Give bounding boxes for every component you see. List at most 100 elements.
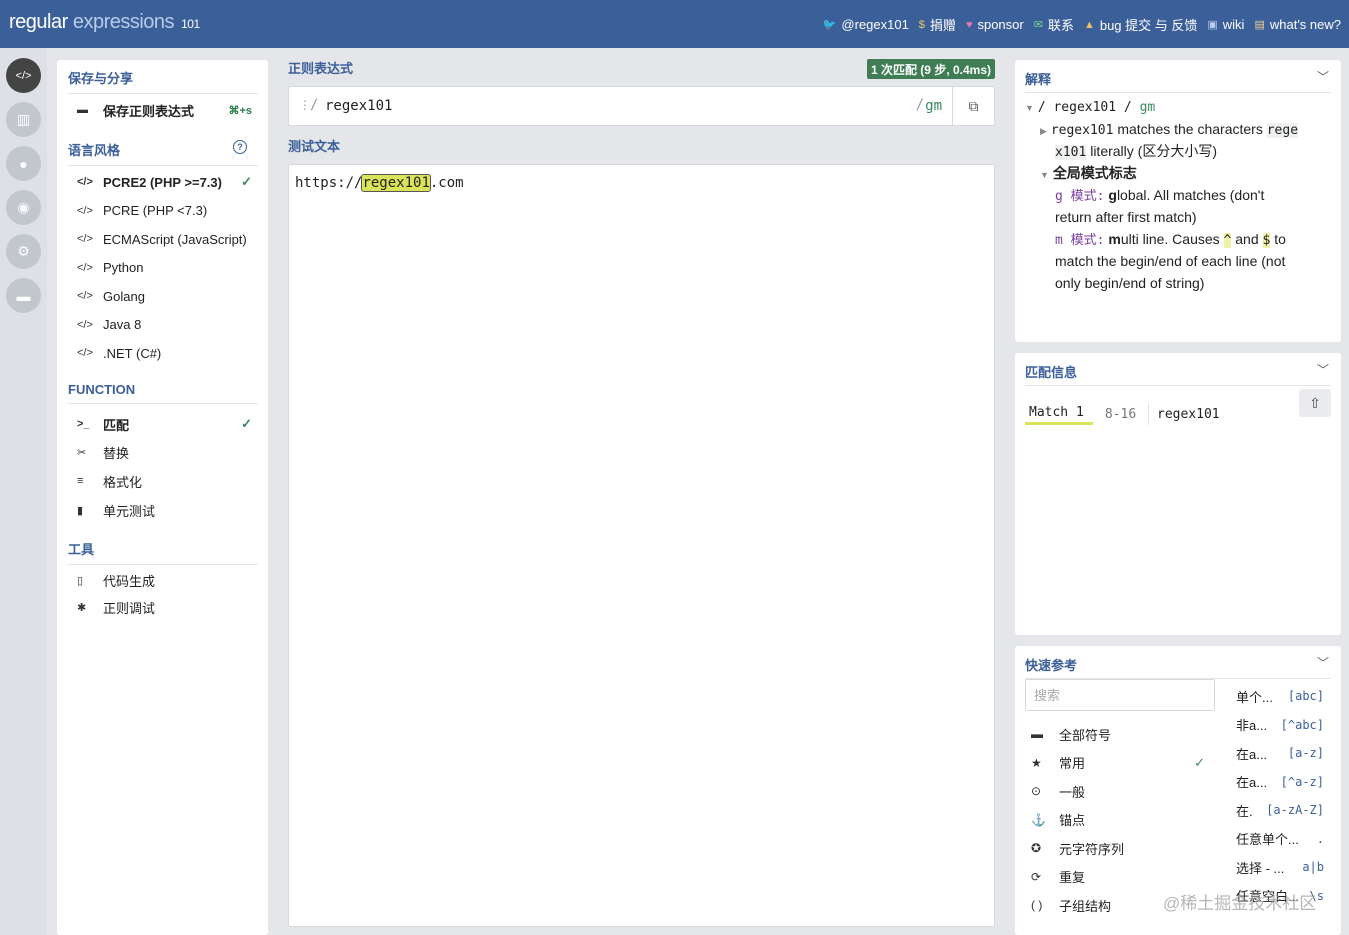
explanation-literal-cont: x101 literally (区分大小写) <box>1055 140 1217 164</box>
function-label: 单元测试 <box>103 503 156 519</box>
warning-icon: ▲ <box>1083 18 1095 31</box>
quick-ref-item[interactable]: 选择 - ... a|b <box>1236 856 1324 878</box>
tool-item[interactable]: ✱ 正则调试 <box>77 597 252 619</box>
flavor-item[interactable]: </> ECMAScript (JavaScript) <box>77 228 252 250</box>
flavor-label: Python <box>103 260 144 275</box>
regex-delimiter-close: / <box>915 97 924 113</box>
app-logo[interactable]: regular expressions 101 <box>9 11 200 34</box>
code-icon: </> <box>77 233 93 245</box>
save-regex-button[interactable]: ▬ 保存正则表达式 ⌘+s <box>77 99 252 121</box>
tool-item[interactable]: ▯ 代码生成 <box>77 569 252 591</box>
header-link-label: wiki <box>1222 17 1245 32</box>
match-count-badge: 1 次匹配 (9 步, 0.4ms) <box>867 59 995 79</box>
match-value: regex101 <box>1157 406 1220 422</box>
header-link-whats-new[interactable]: ▤ what's new? <box>1254 17 1341 32</box>
chevron-down-icon[interactable]: ﹀ <box>1317 68 1329 85</box>
top-header: regular expressions 101 🐦 @regex101 $ 捐赠 ♥ sp… <box>0 0 1349 48</box>
quick-ref-item-token: [^a-z] <box>1280 774 1324 789</box>
quick-ref-category[interactable]: ✪ 元字符序列 <box>1031 837 1205 859</box>
explanation-root: ▼ / regex101 / gm <box>1025 100 1156 115</box>
explanation-literal-code: regex101 <box>1050 123 1114 138</box>
header-links: 🐦 @regex101 $ 捐赠 ♥ sponsor ✉ 联系 ▲ bug 提交 与 反馈 ▣ wik… <box>823 15 1341 34</box>
header-link-mail[interactable]: ✉ 联系 <box>1034 15 1074 34</box>
flavor-item[interactable]: </> Java 8 <box>77 314 252 336</box>
quick-ref-category[interactable]: ⚓ 锚点 <box>1031 809 1205 831</box>
quick-ref-category[interactable]: ▬ 全部符号 <box>1031 723 1205 745</box>
export-share-icon[interactable]: ⇧ <box>1299 389 1331 417</box>
quick-ref-item-label: 任意单个... <box>1236 832 1299 847</box>
quick-ref-category[interactable]: ⟳ 重复 <box>1031 866 1205 888</box>
quick-ref-category-label: 元字符序列 <box>1059 841 1125 857</box>
flavor-item[interactable]: </> PCRE2 (PHP >=7.3) ✓ <box>77 171 252 193</box>
heart-icon: ♥ <box>965 18 973 31</box>
explanation-literal-text: matches the characters <box>1113 121 1267 137</box>
copy-icon[interactable]: ⧉ <box>952 87 994 125</box>
header-link-dollar[interactable]: $ 捐赠 <box>919 15 956 34</box>
match-row[interactable]: Match 1 8-16 regex101 <box>1025 403 1224 425</box>
quick-ref-category[interactable]: ★ 常用 ✓ <box>1031 752 1205 774</box>
wiki-icon: ▣ <box>1207 19 1218 31</box>
code-icon: </> <box>77 347 93 359</box>
header-link-twitter[interactable]: 🐦 @regex101 <box>823 17 909 32</box>
all-tokens-icon: ▬ <box>1031 727 1043 741</box>
quick-ref-category[interactable]: ⊙ 一般 <box>1031 780 1205 802</box>
header-link-wiki[interactable]: ▣ wiki <box>1207 17 1244 32</box>
code-icon[interactable]: </> <box>6 58 41 93</box>
test-string-text[interactable]: https://regex101.com <box>295 173 464 193</box>
user-icon[interactable]: ● <box>6 146 41 181</box>
function-label: 匹配 <box>103 417 130 433</box>
header-link-label: sponsor <box>977 17 1024 32</box>
function-item[interactable]: ≡ 格式化 <box>77 470 252 492</box>
function-title: FUNCTION <box>68 382 258 404</box>
quick-ref-item[interactable]: 非a... [^abc] <box>1236 714 1324 736</box>
test-string-editor[interactable]: https://regex101.com <box>288 164 995 927</box>
quick-ref-item-token: [a-z] <box>1287 746 1324 760</box>
divider <box>1025 92 1331 93</box>
library-icon[interactable]: ▥ <box>6 102 41 137</box>
regex-flags[interactable]: gm <box>925 98 942 114</box>
quick-ref-item-label: 在a... <box>1236 775 1268 790</box>
flavor-label: PCRE (PHP <7.3) <box>103 203 208 218</box>
header-link-label: @regex101 <box>841 17 909 32</box>
flavor-item[interactable]: </> .NET (C#) <box>77 342 252 364</box>
repeat-icon: ⟳ <box>1031 869 1042 884</box>
quick-ref-item[interactable]: 在a... [^a-z] <box>1236 771 1324 793</box>
flavor-title: 语言风格 ? <box>68 140 258 166</box>
quick-ref-item[interactable]: 单个... [abc] <box>1236 685 1324 707</box>
explanation-m-flag: m 模式: multi line. Causes ^ and $ to <box>1055 228 1286 252</box>
header-link-warning[interactable]: ▲ bug 提交 与 反馈 <box>1084 15 1197 34</box>
expand-triangle-icon[interactable]: ▼ <box>1025 103 1034 113</box>
m-flag-label: m 模式: <box>1055 233 1105 248</box>
explanation-root-pattern: regex101 <box>1053 100 1117 115</box>
gamepad-icon[interactable]: ◉ <box>6 190 41 225</box>
chat-icon[interactable]: ▬ <box>6 278 41 313</box>
flavor-item[interactable]: </> Python <box>77 257 252 279</box>
icon-rail: </> ▥ ● ◉ ⚙ ▬ <box>0 48 47 935</box>
quick-ref-search-input[interactable] <box>1025 679 1215 711</box>
help-icon[interactable]: ? <box>233 140 247 154</box>
quick-ref-item-token: [abc] <box>1287 689 1324 703</box>
quick-ref-item[interactable]: 在a... [a-z] <box>1236 742 1324 764</box>
settings-icon[interactable]: ⚙ <box>6 234 41 269</box>
flavor-item[interactable]: </> Golang <box>77 285 252 307</box>
chevron-down-icon[interactable]: ﹀ <box>1317 361 1329 378</box>
expand-triangle-icon[interactable]: ▼ <box>1040 170 1049 180</box>
function-item[interactable]: ▮ 单元测试 <box>77 499 252 521</box>
header-link-heart[interactable]: ♥ sponsor <box>966 17 1024 32</box>
function-item[interactable]: >_ 匹配 ✓ <box>77 413 252 435</box>
explanation-global-flags: ▼ 全局模式标志 <box>1040 162 1137 186</box>
chevron-down-icon[interactable]: ﹀ <box>1317 654 1329 671</box>
meta-sequence-icon: ✪ <box>1031 841 1042 855</box>
function-item[interactable]: ✂ 替换 <box>77 442 252 464</box>
explanation-literal-chars-2: x101 <box>1055 145 1087 160</box>
quick-ref-item-token: [a-zA-Z] <box>1266 803 1324 817</box>
collapse-triangle-icon[interactable]: ▶ <box>1040 126 1047 136</box>
flavor-item[interactable]: </> PCRE (PHP <7.3) <box>77 200 252 222</box>
regex-input-box[interactable]: ⋮ / regex101 / gm ⧉ <box>288 86 995 126</box>
scissors-icon: ✂ <box>77 447 87 460</box>
regex-pattern-input[interactable]: regex101 <box>325 98 392 114</box>
quick-ref-item[interactable]: 在. [a-zA-Z] <box>1236 799 1324 821</box>
quick-ref-item-token: . <box>1316 831 1324 846</box>
quick-ref-item-token: [^abc] <box>1280 717 1324 732</box>
quick-ref-item[interactable]: 任意单个.... <box>1236 828 1324 850</box>
